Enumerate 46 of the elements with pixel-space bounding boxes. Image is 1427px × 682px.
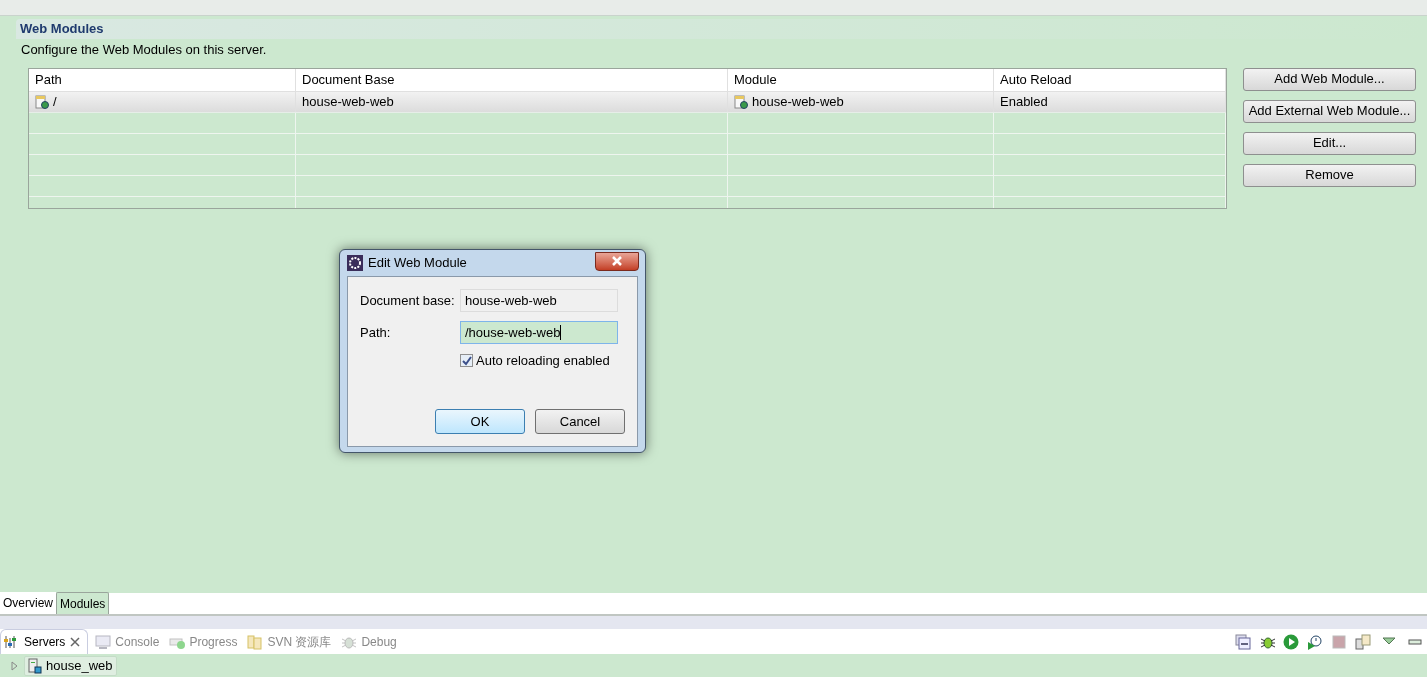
table-cell-text: Enabled [1000, 92, 1048, 111]
server-item[interactable]: house_web [24, 655, 117, 676]
side-button[interactable]: Add Web Module... [1243, 67, 1416, 91]
section-title: Web Modules [20, 20, 104, 39]
side-button[interactable]: Add External Web Module... [1243, 99, 1416, 123]
run-icon[interactable] [1283, 633, 1299, 650]
column-header[interactable]: Document Base [296, 68, 728, 91]
web-module-icon [35, 94, 49, 109]
view-tab[interactable]: Progress [166, 629, 241, 654]
editor-tab[interactable]: Modules [56, 592, 110, 614]
side-button[interactable]: Edit... [1243, 131, 1416, 155]
table-cell-text: house-web-web [752, 92, 844, 111]
dialog-title: Edit Web Module [368, 254, 467, 273]
close-icon[interactable] [69, 636, 82, 648]
path-label: Path: [360, 323, 392, 342]
side-button[interactable]: Remove [1243, 163, 1416, 187]
column-header[interactable]: Auto Reload [994, 68, 1226, 91]
table-row[interactable]: / house-web-web house-web-web Enabled [29, 91, 1226, 113]
dialog-button[interactable]: Cancel [535, 409, 625, 434]
profile-icon[interactable] [1307, 633, 1323, 650]
table-cell-text: / [53, 92, 57, 111]
path-field[interactable]: /house-web-web [460, 321, 618, 344]
document-base-label: Document base: [360, 291, 456, 310]
collapse-all-icon[interactable] [1235, 633, 1251, 650]
view-tab[interactable]: Console [92, 629, 163, 654]
server-icon [28, 657, 42, 674]
console-icon [95, 633, 112, 650]
publish-icon[interactable] [1355, 633, 1371, 650]
check-icon [461, 355, 472, 366]
view-tab[interactable]: Servers [0, 629, 89, 654]
dialog-button[interactable]: OK [435, 409, 525, 434]
web-module-icon [734, 94, 748, 109]
close-icon [611, 256, 623, 266]
auto-reload-checkbox[interactable]: Auto reloading enabled [460, 351, 637, 371]
column-header[interactable]: Module [728, 68, 994, 91]
gear-icon [347, 255, 363, 271]
table-cell-text: house-web-web [302, 92, 394, 111]
server-name: house_web [46, 656, 113, 675]
view-tab[interactable]: SVN 资源库 [244, 629, 335, 654]
document-base-field: house-web-web [460, 289, 618, 312]
view-tab[interactable]: Debug [338, 629, 400, 654]
stop-icon [1331, 633, 1347, 650]
repository-icon [247, 633, 264, 650]
close-button[interactable] [595, 251, 639, 271]
column-header[interactable]: Path [29, 68, 296, 91]
section-description: Configure the Web Modules on this server. [21, 42, 267, 57]
